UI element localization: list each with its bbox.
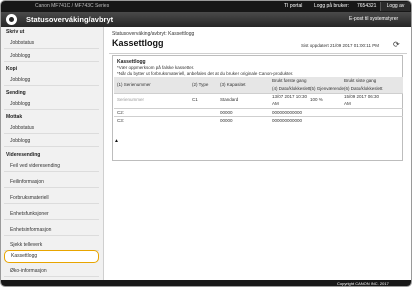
header-date-first: (4) Dato/klokkeslett — [272, 86, 311, 91]
header-first-use: Brukt første gang — [272, 78, 307, 83]
cell-type: C1 — [192, 97, 198, 102]
header-type: (2) Type — [192, 82, 209, 87]
header-date-last: (6) Dato/klokkeslett — [344, 86, 383, 91]
cell-serial: C3: — [117, 118, 125, 123]
divider — [109, 53, 407, 54]
sidebar-item-print-joblog[interactable]: Jobblogg — [4, 50, 99, 62]
cell-remaining: 100 % — [310, 97, 323, 102]
cell-date-first: 000000000000 — [272, 118, 303, 123]
sidebar-item-receive-jobstatus[interactable]: Jobbstatus — [4, 122, 99, 134]
cell-capacity: Standard — [220, 97, 239, 102]
to-top-icon[interactable]: ▲ — [114, 138, 119, 144]
page-title: Kassettlogg — [112, 38, 164, 48]
cell-date-first-ampm: AM — [272, 101, 279, 106]
cell-date-first: 13/07 2017 10:30 — [272, 94, 308, 99]
note-line: *Vær oppmerksom på falske kassetter. — [117, 65, 195, 70]
cell-serial: Serienummer — [117, 97, 145, 102]
cell-capacity: 00000 — [220, 110, 233, 115]
header: Statusoverváking/avbryt E-post til syste… — [1, 12, 411, 27]
app-title: Statusoverváking/avbryt — [26, 15, 114, 24]
cell-date-last-ampm: AM — [344, 101, 351, 106]
sidebar: Skriv ut Jobbstatus Jobblogg Kopi Jobblo… — [1, 27, 104, 286]
main-content: Statusoverváking/avbryt: Kassettlogg Kas… — [104, 27, 411, 286]
cartridge-log-panel: Kassettlogg *Vær oppmerksom på falske ka… — [112, 55, 403, 161]
logged-in-label: Logg på bruker: — [314, 3, 350, 9]
sidebar-item-eco-info[interactable]: Øko-informasjon — [4, 265, 99, 277]
top-bar: Canon MF741C / MF743C Series TI portal L… — [1, 1, 411, 12]
refresh-icon[interactable]: ⟳ — [393, 40, 400, 49]
header-capacity: (3) Kapasitet — [220, 82, 246, 87]
sidebar-item-receive-joblog[interactable]: Jobblogg — [4, 135, 99, 147]
cell-capacity: 00000 — [220, 118, 233, 123]
sidebar-section-receive: Mottak — [6, 114, 23, 120]
header-last-use: Brukt siste gang — [344, 78, 377, 83]
header-remaining: (5) Gjenværende — [310, 86, 345, 91]
sidebar-section-send: Sending — [6, 90, 26, 96]
sidebar-item-copy-joblog[interactable]: Jobblogg — [4, 74, 99, 86]
portal-link[interactable]: TI portal — [284, 3, 302, 9]
sidebar-item-consumables[interactable]: Forbruksmateriell — [4, 192, 99, 204]
device-name: Canon MF741C / MF743C Series — [35, 3, 110, 9]
last-updated: Sist oppdatert 21/09 2017 01:00:11 PM — [301, 43, 379, 48]
logout-button[interactable]: Logg av — [380, 2, 410, 11]
sidebar-section-print: Skriv ut — [6, 29, 25, 35]
email-admin-link[interactable]: E-post til systemstyrer — [349, 16, 398, 22]
sidebar-section-forward: Videresending — [6, 152, 41, 158]
sidebar-item-forward-error[interactable]: Feil ved videresending — [4, 160, 99, 172]
sidebar-section-copy: Kopi — [6, 66, 18, 72]
canon-logo-icon — [6, 14, 17, 25]
row-divider — [114, 116, 403, 117]
breadcrumb[interactable]: Statusoverváking/avbryt: Kassettlogg — [112, 31, 194, 37]
copyright: Copyright CANON INC. 2017 — [337, 281, 389, 286]
sidebar-item-error-info[interactable]: Feilinformasjon — [4, 176, 99, 188]
window-frame: Canon MF741C / MF743C Series TI portal L… — [0, 0, 412, 287]
sidebar-item-send-joblog[interactable]: Jobblogg — [4, 98, 99, 110]
sidebar-item-device-info[interactable]: Enhetsinformasjon — [4, 224, 99, 236]
sidebar-item-device-features[interactable]: Enhetsfunksjoner — [4, 208, 99, 220]
sidebar-item-cartridge-log[interactable]: Kassettlogg — [4, 250, 99, 263]
logged-in-user: 7654321 — [357, 3, 377, 9]
header-serial: (1) Serienummer — [117, 82, 151, 87]
cell-serial: C2: — [117, 110, 125, 115]
note-line: *Når du bytter ut forbruksmateriell, anb… — [117, 71, 294, 76]
sidebar-item-print-jobstatus[interactable]: Jobbstatus — [4, 37, 99, 49]
cell-date-last: 15/09 2017 06:30 — [344, 94, 380, 99]
cell-date-first: 000000000000 — [272, 110, 303, 115]
row-divider — [114, 108, 403, 109]
footer: Copyright CANON INC. 2017 — [1, 280, 411, 286]
